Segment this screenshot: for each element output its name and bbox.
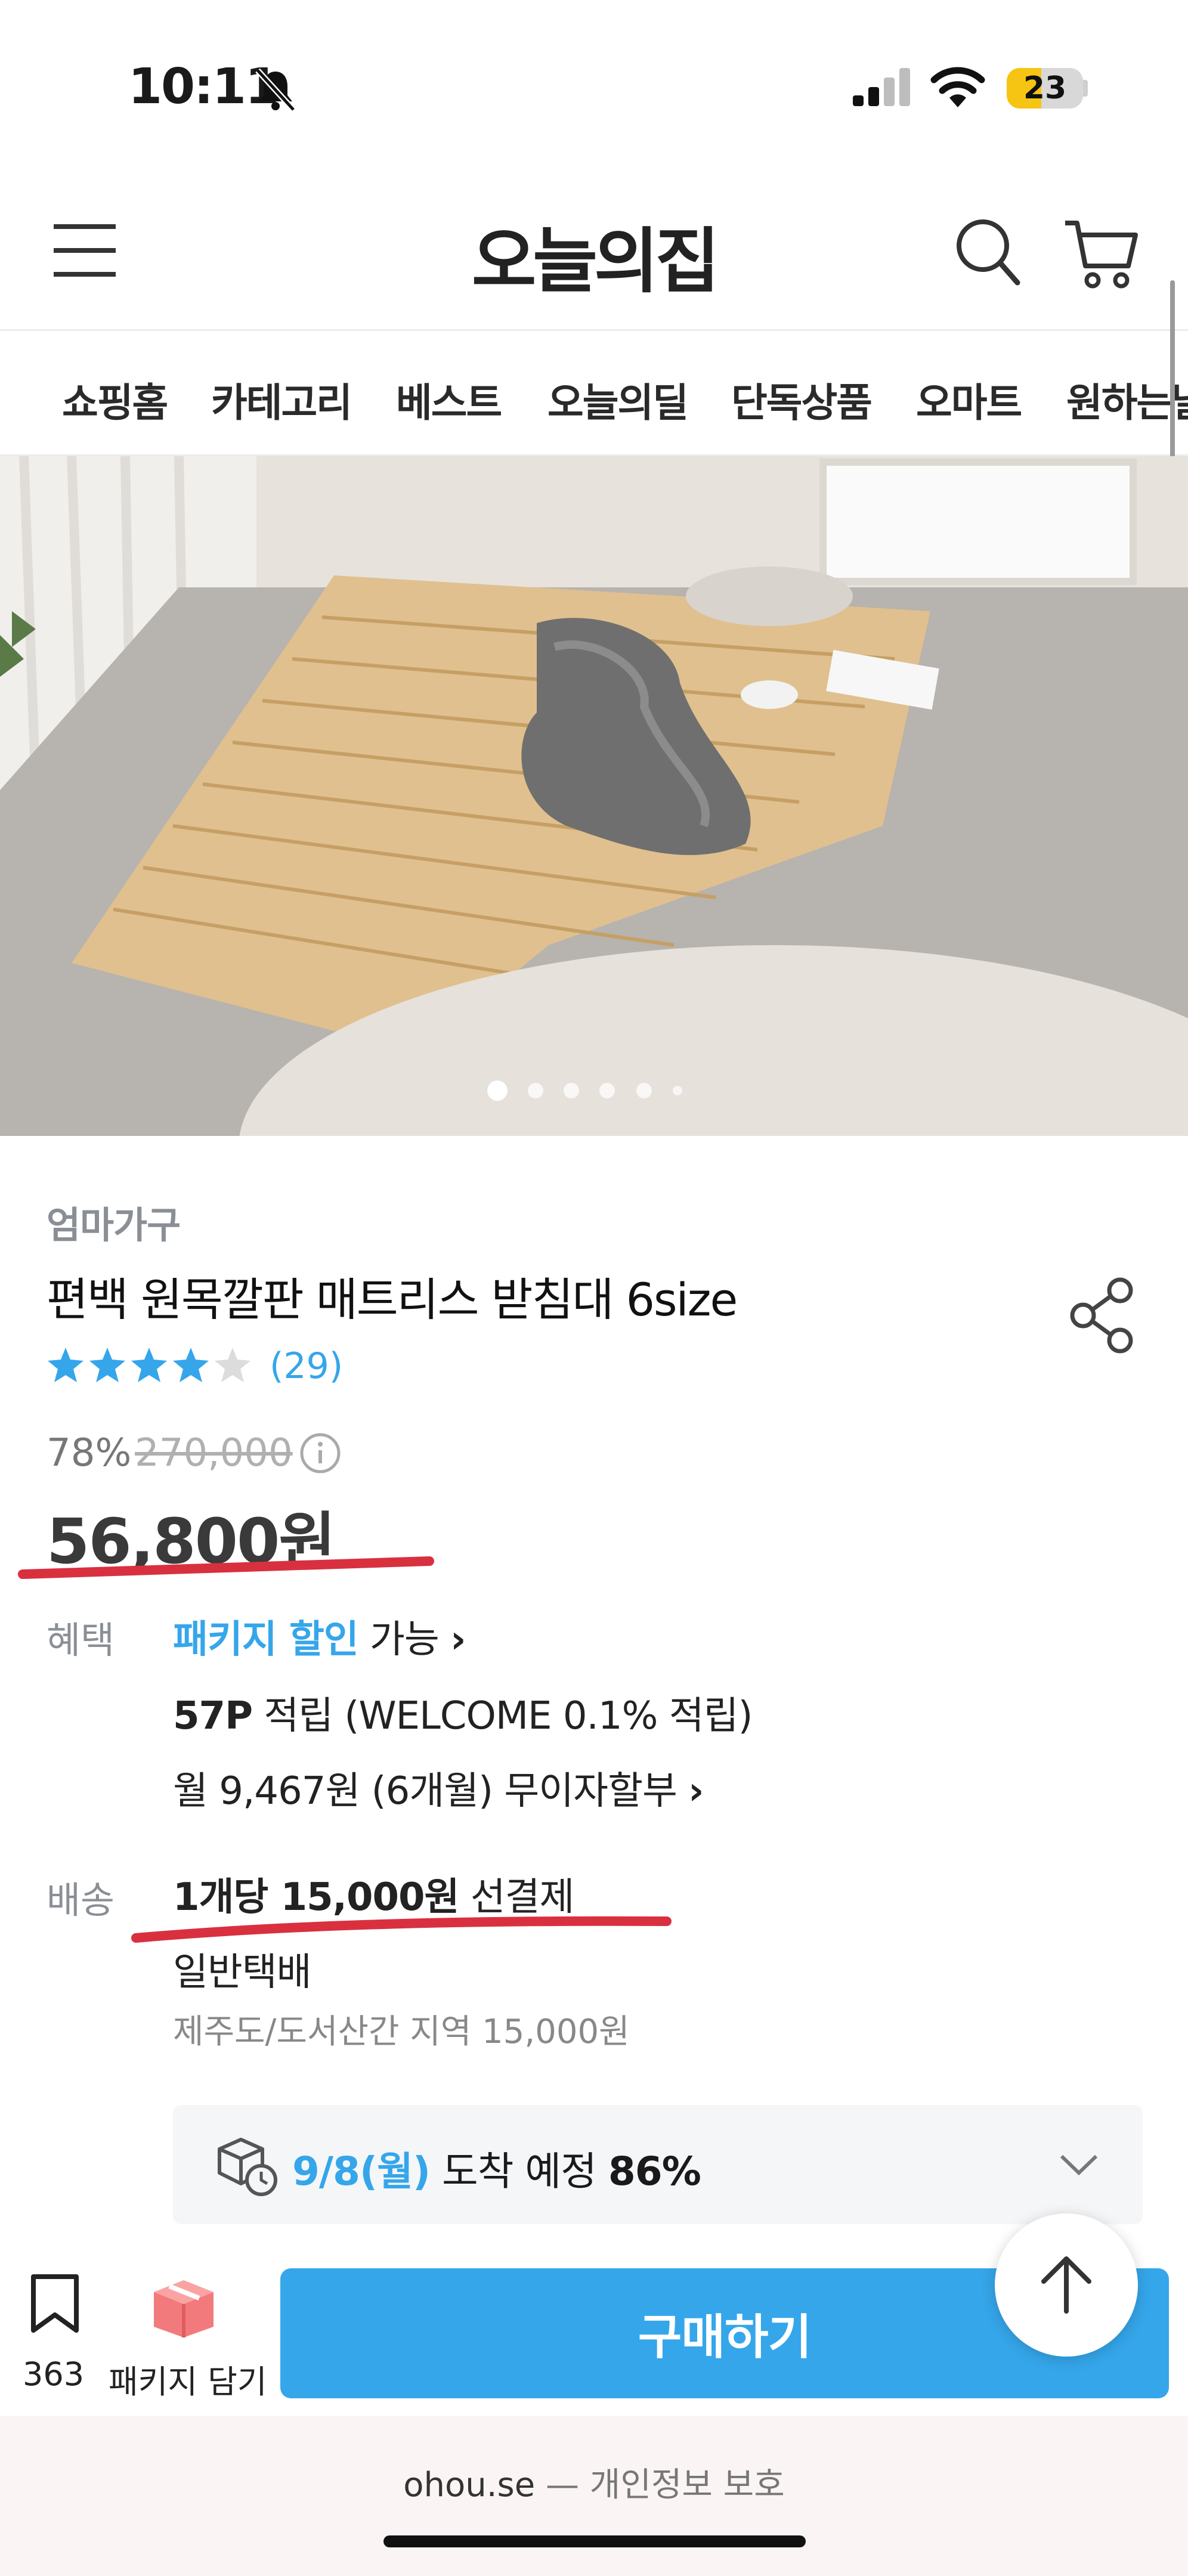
cart-icon[interactable] (1063, 215, 1139, 292)
chevron-down-icon[interactable] (1058, 2150, 1100, 2179)
package-discount-row[interactable]: 패키지 할인 가능 › (173, 1609, 466, 1664)
arrival-text: 9/8(월) 도착 예정 86% (292, 2140, 701, 2197)
arrow-up-icon (1041, 2256, 1091, 2314)
product-image-carousel[interactable] (0, 456, 1188, 1136)
privacy-note: — 개인정보 보호 (546, 2466, 785, 2504)
home-indicator[interactable] (383, 2535, 806, 2547)
installment-text[interactable]: 월 9,467원 (6개월) 무이자할부 (173, 1769, 677, 1813)
delivery-box-clock-icon (218, 2138, 277, 2196)
save-count: 363 (23, 2355, 85, 2393)
product-title: 편백 원목깔판 매트리스 받침대 6size (47, 1273, 738, 1326)
battery-level: 23 (1023, 70, 1067, 106)
points-row: 57P 적립 (WELCOME 0.1% 적립) (173, 1685, 753, 1740)
chevron-right-icon: › (450, 1618, 466, 1662)
arrival-date: 9/8(월) (292, 2148, 431, 2194)
nav-item-exclusive[interactable]: 단독상품 (731, 371, 873, 428)
points-text: 적립 (WELCOME 0.1% 적립) (264, 1694, 753, 1738)
info-icon[interactable] (298, 1431, 342, 1475)
search-icon[interactable] (954, 216, 1021, 287)
nav-item-best[interactable]: 베스트 (396, 371, 502, 428)
package-discount-link[interactable]: 패키지 할인 (173, 1618, 359, 1662)
brand-name[interactable]: 엄마가구 (47, 1195, 181, 1249)
site-info: ohou.se — 개인정보 보호 (0, 2458, 1188, 2506)
installment-row[interactable]: 월 9,467원 (6개월) 무이자할부 › (173, 1760, 704, 1815)
original-price: 270,000 (135, 1431, 293, 1475)
nav-item-omart[interactable]: 오마트 (916, 371, 1022, 428)
product-image (0, 456, 1188, 1136)
shipping-extra-fee: 제주도/도서산간 지역 15,000원 (173, 2012, 630, 2051)
nav-item-todays-deal[interactable]: 오늘의딜 (547, 371, 689, 428)
rating-stars[interactable] (47, 1345, 261, 1387)
points-amount: 57P (173, 1694, 253, 1738)
silent-bell-icon (255, 68, 296, 112)
nav-item-shopping-home[interactable]: 쇼핑홈 (62, 371, 168, 428)
package-box-icon[interactable] (146, 2270, 222, 2340)
arrival-estimate-box[interactable]: 9/8(월) 도착 예정 86% (173, 2105, 1143, 2224)
battery-indicator: 23 (1007, 68, 1083, 109)
review-count[interactable]: (29) (270, 1345, 343, 1387)
battery-tip (1083, 80, 1088, 97)
red-underline-annotation (18, 1556, 434, 1579)
chevron-right-icon: › (688, 1769, 704, 1813)
red-underline-annotation (131, 1916, 672, 1943)
discount-rate: 78% (47, 1431, 132, 1475)
shipping-label: 배송 (47, 1878, 115, 1922)
wifi-icon (930, 67, 985, 107)
header-divider (0, 329, 1188, 331)
package-add-label[interactable]: 패키지 담기 (109, 2355, 267, 2402)
scroll-top-button[interactable] (995, 2213, 1138, 2357)
nav-item-category[interactable]: 카테고리 (211, 371, 352, 428)
share-icon[interactable] (1068, 1276, 1139, 1354)
arrival-percent: 86% (608, 2148, 701, 2194)
category-nav: 쇼핑홈 카테고리 베스트 오늘의딜 단독상품 오마트 원하는날 (0, 334, 1188, 453)
benefits-label: 혜택 (47, 1618, 115, 1662)
shipping-method: 일반택배 (173, 1950, 312, 1995)
cellular-signal-icon (853, 68, 910, 106)
bookmark-icon[interactable] (29, 2273, 81, 2335)
arrival-label: 도착 예정 (441, 2148, 597, 2194)
package-available-text: 가능 (370, 1618, 440, 1662)
site-domain[interactable]: ohou.se (403, 2466, 535, 2504)
